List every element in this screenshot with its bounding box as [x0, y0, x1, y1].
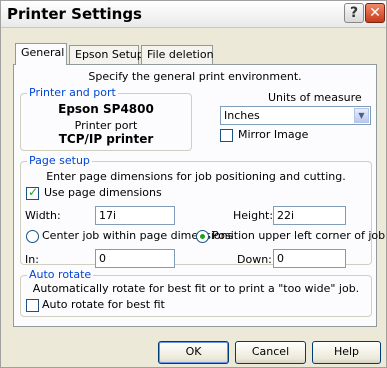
title-bar[interactable]: Printer Settings ? ✕	[1, 1, 386, 28]
upper-left-label: Position upper left corner of job	[212, 229, 386, 242]
center-job-radio[interactable]	[26, 230, 39, 243]
width-input[interactable]: 17i	[95, 206, 175, 225]
mirror-image-label: Mirror Image	[238, 128, 309, 141]
auto-rotate-label: Auto rotate for best fit	[42, 298, 165, 311]
auto-rotate-legend: Auto rotate	[27, 268, 94, 281]
width-label: Width:	[25, 209, 61, 222]
down-input[interactable]: 0	[273, 249, 346, 268]
page-setup-legend: Page setup	[27, 154, 92, 167]
auto-rotate-checkbox[interactable]	[26, 299, 39, 312]
auto-rotate-group: Auto rotate Automatically rotate for bes…	[20, 268, 372, 317]
tab-epson-setup[interactable]: Epson Setup	[69, 45, 144, 64]
printer-settings-dialog: Printer Settings ? ✕ General Epson Setup…	[0, 0, 387, 368]
units-label: Units of measure	[268, 91, 362, 104]
use-page-dimensions-checkbox[interactable]	[26, 185, 39, 200]
use-page-dimensions-label: Use page dimensions	[44, 186, 162, 199]
chevron-down-icon[interactable]: ▼	[354, 108, 369, 123]
height-label: Height:	[233, 209, 274, 222]
upper-left-radio[interactable]	[196, 230, 209, 243]
ok-button[interactable]: OK	[158, 341, 229, 364]
down-label: Down:	[237, 253, 272, 266]
height-input[interactable]: 22i	[273, 206, 346, 225]
units-select[interactable]: Inches ▼	[220, 106, 371, 125]
tab-general[interactable]: General	[15, 43, 67, 65]
page-setup-description: Enter page dimensions for job positionin…	[46, 170, 346, 183]
port-label: Printer port	[74, 119, 138, 132]
printer-port-legend: Printer and port	[27, 86, 118, 99]
tab-file-deletion[interactable]: File deletion	[141, 45, 214, 64]
cancel-button[interactable]: Cancel	[235, 341, 306, 364]
units-selected-value: Inches	[224, 109, 260, 122]
in-input[interactable]: 0	[95, 249, 175, 268]
help-icon[interactable]: ?	[344, 3, 364, 23]
page-setup-group: Page setup Enter page dimensions for job…	[20, 154, 385, 268]
port-value: TCP/IP printer	[58, 132, 154, 146]
printer-port-group: Printer and port Epson SP4800 Printer po…	[20, 86, 192, 151]
auto-rotate-description: Automatically rotate for best fit or to …	[32, 282, 360, 295]
general-tab-panel: Specify the general print environment. P…	[13, 64, 385, 327]
mirror-image-checkbox[interactable]	[220, 129, 233, 142]
window-title: Printer Settings	[7, 5, 142, 23]
help-button[interactable]: Help	[312, 341, 381, 364]
printer-name: Epson SP4800	[58, 102, 154, 116]
close-icon[interactable]: ✕	[365, 3, 385, 23]
in-label: In:	[25, 253, 39, 266]
general-description: Specify the general print environment.	[88, 70, 302, 83]
